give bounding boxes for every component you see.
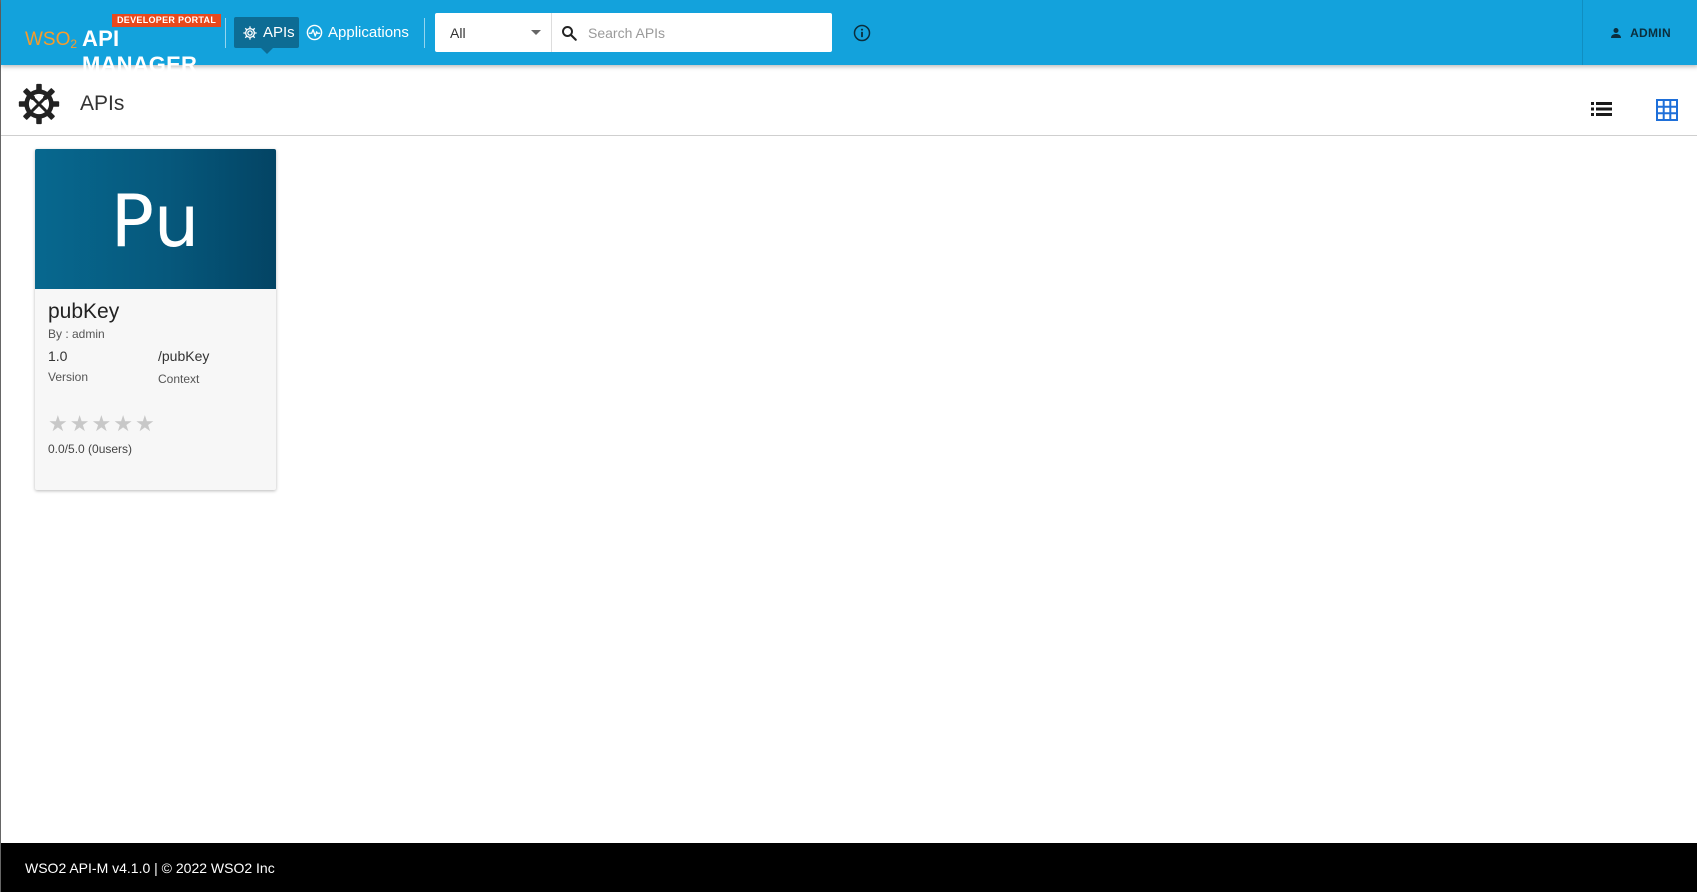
user-name: ADMIN [1630,25,1671,40]
footer-text: WSO2 API-M v4.1.0 | © 2022 WSO2 Inc [25,859,275,876]
api-context: /pubKey [158,348,210,364]
search-filter-value: All [450,24,466,41]
activity-icon [306,24,323,41]
header-divider [424,18,425,48]
api-card-body: pubKey By : admin 1.0 Version /pubKey Co… [35,289,276,466]
rating-summary: 0.0/5.0 (0users) [48,442,133,456]
star-icon[interactable]: ★ [135,414,155,436]
search-filter-select[interactable]: All [435,13,552,52]
nav-tab-apis[interactable]: APIs [234,17,299,54]
search-help-button[interactable] [853,24,871,42]
star-icon[interactable]: ★ [70,414,90,436]
api-provider: By : admin [48,327,105,341]
search-field [552,13,832,52]
grid-view-button[interactable] [1656,99,1678,121]
api-gear-tools-icon [18,83,60,125]
list-view-button[interactable] [1591,101,1613,117]
star-icon[interactable]: ★ [91,414,111,436]
api-card[interactable]: Pu pubKey By : admin 1.0 Version /pubKey… [35,149,276,490]
chevron-down-icon [531,30,541,35]
api-name[interactable]: pubKey [48,299,263,325]
page-title-bar: APIs [1,65,1697,136]
api-context-block: /pubKey Context [158,348,209,386]
api-thumbnail-text: Pu [110,179,201,263]
gear-icon [243,25,257,40]
nav-tab-applications-label: Applications [328,24,409,41]
footer: WSO2 API-M v4.1.0 | © 2022 WSO2 Inc [1,843,1697,892]
api-version-block: 1.0 Version [48,348,88,384]
nav-tab-applications[interactable]: Applications [306,17,409,48]
grid-icon [1656,99,1678,121]
search-input[interactable] [588,24,818,41]
star-icon[interactable]: ★ [48,414,68,436]
star-rating[interactable]: ★ ★ ★ ★ ★ [48,414,263,436]
wso2-logo[interactable]: DEVELOPER PORTAL WSO2 API MANAGER [25,12,225,77]
list-icon [1591,102,1612,116]
api-version: 1.0 [48,348,68,364]
top-app-bar: DEVELOPER PORTAL WSO2 API MANAGER APIs A… [1,0,1697,77]
search-icon [562,25,577,41]
person-icon [1611,27,1622,38]
page-title: APIs [80,92,125,115]
api-thumbnail[interactable]: Pu [35,149,276,289]
search-bar: All [435,13,832,52]
nav-tab-apis-label: APIs [263,24,295,41]
user-menu-button[interactable]: ADMIN [1582,0,1697,65]
api-version-label: Version [48,370,89,384]
api-context-label: Context [158,372,200,386]
api-meta: 1.0 Version /pubKey Context [48,348,263,396]
star-icon[interactable]: ★ [113,414,133,436]
header-divider [225,18,226,48]
logo-brand: WSO2 [25,29,78,51]
info-icon [853,24,871,42]
